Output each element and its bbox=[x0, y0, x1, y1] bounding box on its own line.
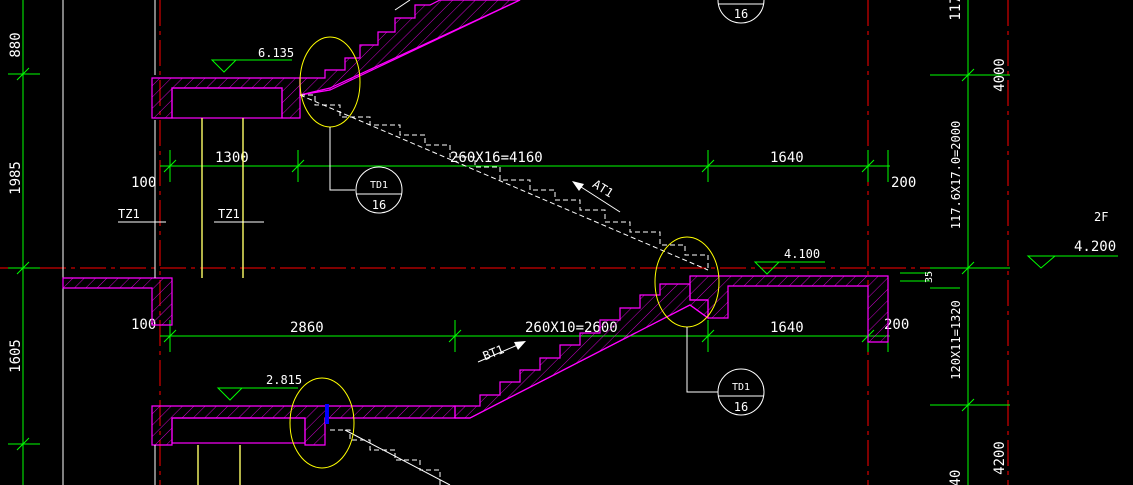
dim-bottom-2860: 2860 bbox=[290, 320, 324, 336]
lower-landing-marker bbox=[325, 404, 329, 424]
dim-right-117-top: 117 bbox=[948, 0, 964, 21]
detail-leader-2 bbox=[686, 327, 718, 393]
dim-top-1640: 1640 bbox=[770, 150, 804, 166]
left-wall-slab bbox=[62, 277, 173, 326]
dim-top-200: 200 bbox=[891, 175, 916, 191]
level-upper-value: 6.135 bbox=[258, 46, 294, 60]
dim-right-35: 35 bbox=[924, 271, 935, 283]
level-marker-lower bbox=[216, 387, 298, 401]
upper-flight-slab bbox=[299, 0, 521, 96]
floor-level-marker bbox=[1026, 255, 1118, 269]
level-lower-value: 2.815 bbox=[266, 373, 302, 387]
upper-flight-label: AT1 bbox=[590, 177, 616, 200]
lower-break-line bbox=[344, 429, 451, 485]
floor-tag: 2F bbox=[1094, 210, 1108, 224]
dim-right-stair-rise-upper: 117.6X17.0=2000 bbox=[949, 121, 963, 229]
level-mid-value: 4.100 bbox=[784, 247, 820, 261]
dim-left-1985: 1985 bbox=[8, 161, 24, 195]
tz1-label-right: TZ1 bbox=[218, 207, 240, 221]
lower-flight-hidden-steps bbox=[330, 429, 441, 485]
cad-drawing-canvas[interactable]: 880 1985 1605 117 117.6X17.0=2000 4000 3… bbox=[0, 0, 1133, 485]
dim-right-4200: 4200 bbox=[992, 441, 1008, 475]
dim-top-flight: 260X16=4160 bbox=[450, 150, 543, 166]
lower-landing-beam bbox=[171, 417, 306, 444]
dim-right-stair-rise-lower: 120X11=1320 bbox=[949, 300, 963, 379]
detail-3-number: 16 bbox=[734, 7, 748, 21]
level-marker-upper bbox=[210, 59, 292, 73]
upper-landing-columns bbox=[201, 118, 244, 278]
floor-level-value: 4.200 bbox=[1074, 239, 1116, 255]
detail-1-number: 16 bbox=[372, 198, 386, 212]
detail-2-number: 16 bbox=[734, 400, 748, 414]
left-wall-lines bbox=[62, 0, 156, 485]
dim-top-100: 100 bbox=[131, 175, 156, 191]
lower-flight-label: BT1 bbox=[481, 342, 506, 363]
upper-flight-break-line bbox=[299, 94, 709, 271]
lower-landing-columns bbox=[197, 445, 241, 485]
dim-left-1605: 1605 bbox=[8, 339, 24, 373]
dim-right-40: 40 bbox=[948, 470, 964, 485]
detail-leader-1 bbox=[329, 127, 355, 191]
dim-left-880: 880 bbox=[8, 32, 24, 57]
tz1-label-left: TZ1 bbox=[118, 207, 140, 221]
top-flight-leader bbox=[394, 0, 411, 11]
detail-1-name: TD1 bbox=[370, 180, 388, 191]
detail-2-name: TD1 bbox=[732, 382, 750, 393]
upper-landing-beam bbox=[171, 87, 283, 119]
dim-right-4000: 4000 bbox=[992, 58, 1008, 92]
upper-landing-slab bbox=[151, 77, 301, 119]
left-dimension bbox=[8, 0, 40, 485]
lower-landing-slab bbox=[151, 405, 456, 446]
dim-bottom-1640: 1640 bbox=[770, 320, 804, 336]
